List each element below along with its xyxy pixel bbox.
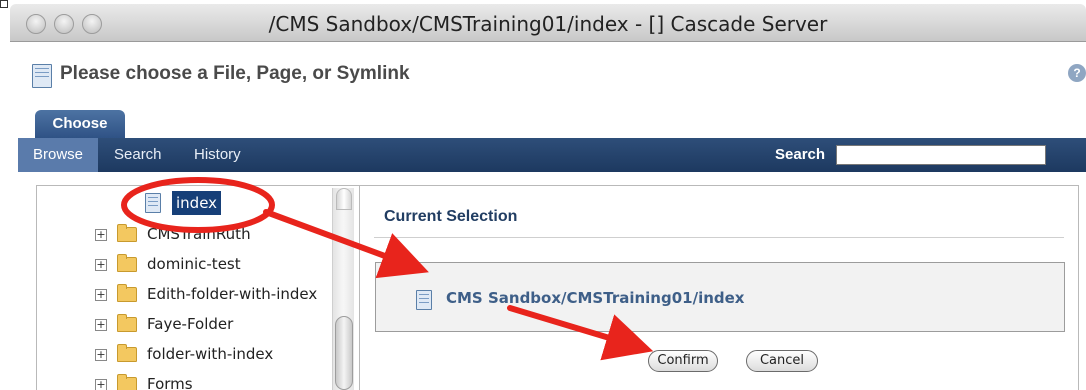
expand-icon[interactable]: + [95, 229, 107, 241]
nav-bar: Browse Search History Search [18, 138, 1086, 172]
nav-browse[interactable]: Browse [18, 138, 98, 172]
confirm-button[interactable]: Confirm [648, 350, 718, 372]
expand-icon[interactable]: + [95, 349, 107, 361]
folder-icon [117, 224, 137, 242]
tree-panel[interactable]: index + CMSTrainRuth + dominic-test + Ed… [36, 185, 360, 390]
window-titlebar: /CMS Sandbox/CMSTraining01/index - [] Ca… [10, 4, 1086, 42]
folder-icon [117, 254, 137, 272]
search-input[interactable] [836, 145, 1046, 165]
cancel-button[interactable]: Cancel [746, 350, 818, 372]
selection-box: CMS Sandbox/CMSTraining01/index [375, 262, 1065, 332]
nav-history[interactable]: History [194, 138, 241, 172]
scroll-up-arrow[interactable] [336, 188, 352, 210]
page-icon [32, 64, 52, 88]
page-icon [145, 193, 161, 213]
folder-icon [117, 284, 137, 302]
tab-choose[interactable]: Choose [35, 110, 125, 138]
current-selection-heading: Current Selection [384, 208, 518, 225]
folder-icon [117, 314, 137, 332]
folder-icon [117, 374, 137, 390]
tree-item-label: Faye-Folder [147, 315, 234, 333]
expand-icon[interactable]: + [95, 319, 107, 331]
expand-icon[interactable]: + [95, 259, 107, 271]
tree-scrollbar[interactable] [332, 188, 354, 390]
folder-icon [117, 344, 137, 362]
tree-item-label: folder-with-index [147, 345, 274, 363]
expand-icon[interactable]: + [95, 379, 107, 390]
expand-icon[interactable]: + [95, 289, 107, 301]
selection-path[interactable]: CMS Sandbox/CMSTraining01/index [446, 289, 744, 307]
tree-item-label: Edith-folder-with-index [147, 285, 318, 303]
help-icon[interactable]: ? [1068, 64, 1086, 82]
tree-item-selected[interactable]: index [172, 191, 222, 215]
tree-item-label: dominic-test [147, 255, 241, 273]
divider [374, 237, 1064, 238]
tree-item-label: Forms [147, 375, 193, 390]
search-label: Search [775, 146, 826, 163]
dialog-title: Please choose a File, Page, or Symlink [60, 63, 410, 84]
page-icon [416, 290, 432, 310]
window-title: /CMS Sandbox/CMSTraining01/index - [] Ca… [268, 12, 828, 36]
scroll-thumb[interactable] [335, 316, 353, 390]
window-corner-marker [0, 0, 8, 8]
selection-panel: Current Selection CMS Sandbox/CMSTrainin… [359, 185, 1079, 390]
tree-item-label: CMSTrainRuth [147, 225, 251, 243]
nav-search[interactable]: Search [114, 138, 162, 172]
